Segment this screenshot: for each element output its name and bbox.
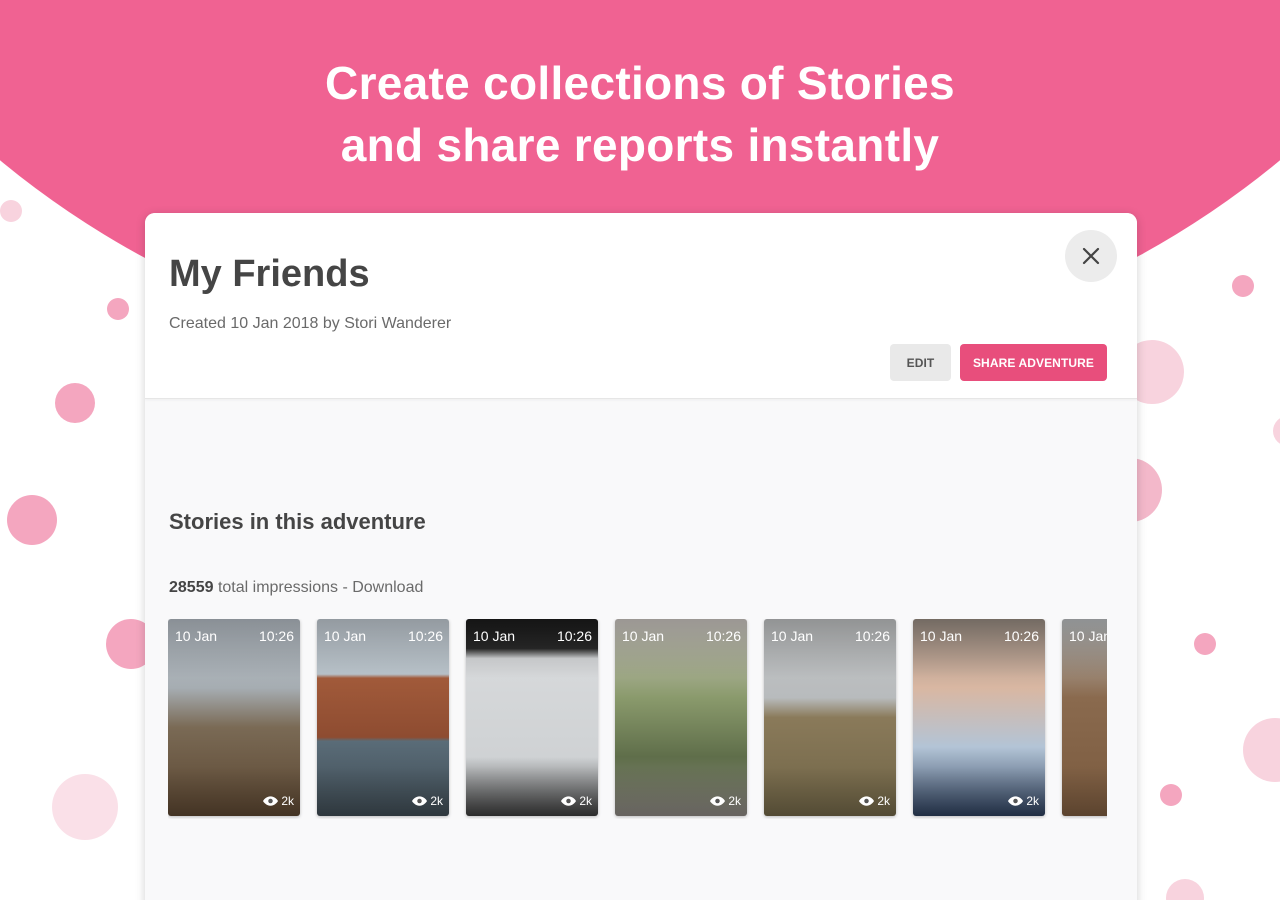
adventure-subtitle: Created 10 Jan 2018 by Stori Wanderer [169, 315, 452, 332]
story-time: 10:26 [1003, 628, 1039, 644]
adventure-title: My Friends [169, 253, 370, 295]
impressions-count: 28559 [169, 579, 214, 596]
eye-icon [561, 796, 577, 806]
decor-dot [1232, 275, 1254, 297]
eye-icon [1008, 796, 1024, 806]
headline-line-1: Create collections of Stories [325, 57, 955, 109]
stories-section-title: Stories in this adventure [169, 509, 426, 534]
eye-icon [859, 796, 875, 806]
edit-button[interactable]: EDIT [890, 344, 951, 381]
story-thumbnail[interactable]: 10 Jan 10:26 2k [466, 619, 598, 816]
story-views-count: 2k [430, 794, 443, 808]
story-views: 2k [859, 794, 890, 808]
story-views-count: 2k [728, 794, 741, 808]
impressions-summary: 28559 total impressions - Download [169, 579, 423, 597]
story-time: 10:26 [854, 628, 890, 644]
headline: Create collections of Stories and share … [0, 52, 1280, 176]
story-date: 10 Jan [771, 628, 814, 644]
story-views: 2k [561, 794, 592, 808]
story-time: 10:26 [407, 628, 443, 644]
decor-dot [52, 774, 118, 840]
story-time: 10:26 [705, 628, 741, 644]
decor-dot [7, 495, 57, 545]
story-thumbnail[interactable]: 10 Jan 10:26 2k [168, 619, 300, 816]
share-adventure-button[interactable]: SHARE ADVENTURE [960, 344, 1107, 381]
thumbnail-overlay [615, 619, 747, 816]
eye-icon [412, 796, 428, 806]
close-icon [1082, 247, 1100, 265]
story-thumbnail[interactable]: 10 Jan 10:26 2k [764, 619, 896, 816]
story-date: 10 Jan [324, 628, 367, 644]
thumbnail-overlay [764, 619, 896, 816]
decor-dot [1194, 633, 1216, 655]
decor-dot [1243, 718, 1280, 782]
decor-dot [1273, 416, 1280, 446]
impressions-label[interactable]: total impressions - Download [218, 579, 423, 596]
story-views-count: 2k [1026, 794, 1039, 808]
adventure-header: My Friends Created 10 Jan 2018 by Stori … [145, 213, 1137, 399]
story-views: 2k [412, 794, 443, 808]
story-time: 10:26 [258, 628, 294, 644]
story-thumbnail[interactable]: 10 Jan [1062, 619, 1107, 816]
thumbnail-overlay [317, 619, 449, 816]
story-views-count: 2k [579, 794, 592, 808]
headline-line-2: and share reports instantly [340, 119, 940, 171]
thumbnail-overlay [466, 619, 598, 816]
story-date: 10 Jan [920, 628, 963, 644]
page: Create collections of Stories and share … [0, 0, 1280, 900]
story-views: 2k [263, 794, 294, 808]
story-date: 10 Jan [175, 628, 218, 644]
thumbnail-overlay [913, 619, 1045, 816]
decor-dot [107, 298, 129, 320]
decor-dot [0, 200, 22, 222]
story-thumbnail[interactable]: 10 Jan 10:26 2k [913, 619, 1045, 816]
story-time: 10:26 [556, 628, 592, 644]
eye-icon [710, 796, 726, 806]
stories-strip: 10 Jan 10:26 2k 10 Jan 10:26 2k 10 Jan 1… [168, 619, 1107, 819]
story-views: 2k [1008, 794, 1039, 808]
story-thumbnail[interactable]: 10 Jan 10:26 2k [615, 619, 747, 816]
decor-dot [1166, 879, 1204, 900]
eye-icon [263, 796, 279, 806]
thumbnail-overlay [168, 619, 300, 816]
decor-dot [1160, 784, 1182, 806]
story-date: 10 Jan [622, 628, 665, 644]
story-thumbnail[interactable]: 10 Jan 10:26 2k [317, 619, 449, 816]
decor-dot [55, 383, 95, 423]
story-views: 2k [710, 794, 741, 808]
story-date: 10 Jan [473, 628, 516, 644]
story-date: 10 Jan [1069, 628, 1107, 644]
close-button[interactable] [1065, 230, 1117, 282]
thumbnail-overlay [1062, 619, 1107, 816]
story-views-count: 2k [281, 794, 294, 808]
story-views-count: 2k [877, 794, 890, 808]
adventure-card: My Friends Created 10 Jan 2018 by Stori … [145, 213, 1137, 900]
